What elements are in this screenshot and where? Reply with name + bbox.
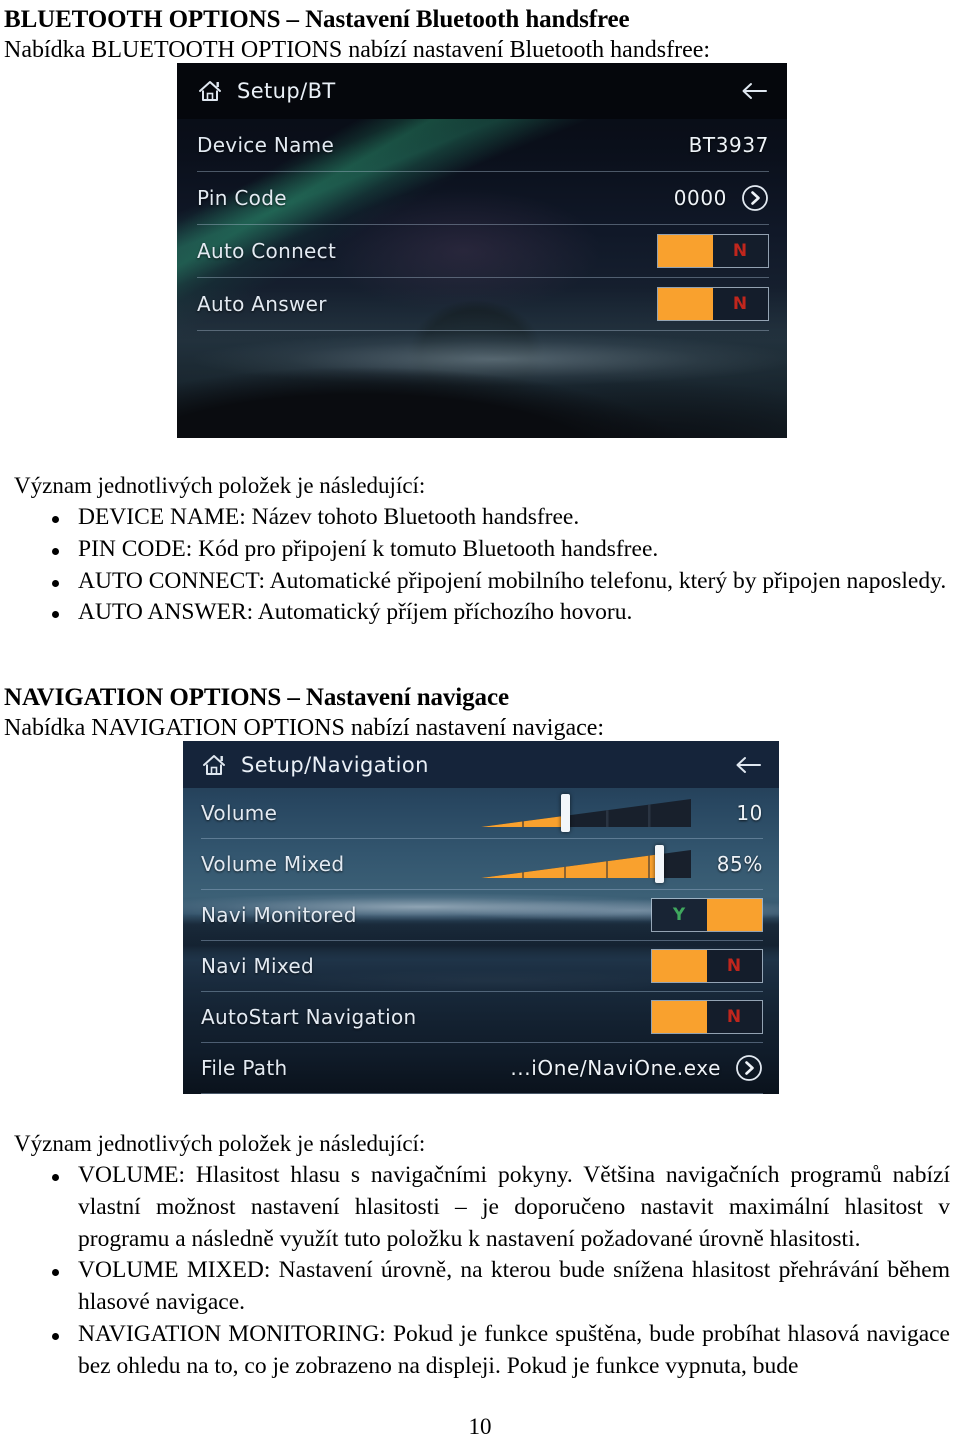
screen-nav-title: Setup/Navigation [241, 752, 429, 777]
row-value: ...iOne/NaviOne.exe [510, 1056, 721, 1080]
device-screenshot-navigation: Setup/Navigation Volume 10 Volume Mixed … [183, 741, 779, 1094]
row-device-name[interactable]: Device Name BT3937 [197, 119, 769, 171]
toggle-auto-answer[interactable]: N [657, 287, 769, 321]
slider-volume-mixed[interactable] [481, 845, 691, 883]
list-item: NAVIGATION MONITORING: Pokud je funkce s… [0, 1319, 960, 1383]
slider-volume[interactable] [481, 794, 691, 832]
section-2-explanation: Význam jednotlivých položek je následují… [0, 1124, 960, 1383]
row-label: File Path [201, 1056, 288, 1080]
screen-bt-row-list: Device Name BT3937 Pin Code 0000 Auto Co… [177, 119, 787, 331]
section-1-lead: Význam jednotlivých položek je následují… [14, 473, 426, 498]
toggle-cell-selected[interactable] [652, 950, 707, 982]
home-icon[interactable] [201, 752, 227, 778]
toggle-navi-mixed[interactable]: N [651, 949, 763, 983]
chevron-right-circle-icon[interactable] [735, 1054, 763, 1082]
screen-bt-title: Setup/BT [237, 79, 336, 103]
screen-nav-titlebar: Setup/Navigation [183, 741, 779, 788]
row-value: 0000 [673, 186, 727, 210]
row-label: AutoStart Navigation [201, 1005, 417, 1029]
toggle-cell-value[interactable]: N [713, 235, 768, 267]
chevron-right-circle-icon[interactable] [741, 184, 769, 212]
list-item: VOLUME MIXED: Nastavení úrovně, na ktero… [0, 1255, 960, 1319]
document-page: BLUETOOTH OPTIONS – Nastavení Bluetooth … [0, 6, 960, 1454]
device-screenshot-bluetooth: Setup/BT Device Name BT3937 Pin Code 000… [177, 63, 787, 438]
row-value: 85% [716, 852, 763, 876]
back-arrow-icon[interactable] [733, 754, 763, 776]
list-item: AUTO CONNECT: Automatické připojení mobi… [0, 566, 960, 598]
section-2-intro: Nabídka NAVIGATION OPTIONS nabízí nastav… [4, 715, 605, 741]
page-number: 10 [468, 1414, 492, 1439]
toggle-cell-value[interactable]: Y [652, 899, 707, 931]
row-label: Navi Mixed [201, 954, 314, 978]
row-label: Volume Mixed [201, 852, 345, 876]
row-auto-answer[interactable]: Auto Answer N [197, 277, 769, 331]
slider-knob[interactable] [655, 845, 664, 883]
list-item: DEVICE NAME: Název tohoto Bluetooth hand… [0, 502, 960, 534]
toggle-cell-selected[interactable] [658, 235, 713, 267]
row-label: Auto Connect [197, 239, 337, 263]
toggle-cell-value[interactable]: N [707, 1001, 762, 1033]
row-file-path[interactable]: File Path ...iOne/NaviOne.exe [201, 1042, 763, 1094]
slider-knob[interactable] [561, 794, 570, 832]
home-icon[interactable] [197, 78, 223, 104]
row-navi-mixed[interactable]: Navi Mixed N [201, 940, 763, 991]
section-1-explanation: Význam jednotlivých položek je následují… [0, 466, 960, 629]
list-item: VOLUME: Hlasitost hlasu s navigačními po… [0, 1160, 960, 1256]
row-navi-monitored[interactable]: Navi Monitored Y [201, 889, 763, 940]
back-arrow-icon[interactable] [739, 80, 769, 102]
row-label: Pin Code [197, 186, 287, 210]
section-1-intro: Nabídka BLUETOOTH OPTIONS nabízí nastave… [4, 37, 711, 63]
screen-nav-row-list: Volume 10 Volume Mixed 85% Navi Monitore… [183, 788, 779, 1094]
row-value: BT3937 [688, 133, 769, 157]
toggle-cell-selected[interactable] [658, 288, 713, 320]
section-1-bullet-list: DEVICE NAME: Název tohoto Bluetooth hand… [0, 502, 960, 630]
row-auto-connect[interactable]: Auto Connect N [197, 224, 769, 277]
toggle-cell-selected[interactable] [652, 1001, 707, 1033]
section-2-header-block: NAVIGATION OPTIONS – Nastavení navigace … [0, 678, 960, 742]
section-1-heading: BLUETOOTH OPTIONS – Nastavení Bluetooth … [4, 6, 630, 33]
row-label: Volume [201, 801, 278, 825]
row-pin-code[interactable]: Pin Code 0000 [197, 171, 769, 224]
toggle-navi-monitored[interactable]: Y [651, 898, 763, 932]
toggle-cell-selected[interactable] [707, 899, 762, 931]
row-volume[interactable]: Volume 10 [201, 788, 763, 838]
row-label: Auto Answer [197, 292, 327, 316]
section-2-heading: NAVIGATION OPTIONS – Nastavení navigace [4, 684, 509, 711]
row-autostart-navigation[interactable]: AutoStart Navigation N [201, 991, 763, 1042]
section-2-bullet-list: VOLUME: Hlasitost hlasu s navigačními po… [0, 1160, 960, 1384]
row-volume-mixed[interactable]: Volume Mixed 85% [201, 838, 763, 889]
toggle-auto-connect[interactable]: N [657, 234, 769, 268]
toggle-cell-value[interactable]: N [707, 950, 762, 982]
screen-bt-titlebar: Setup/BT [177, 63, 787, 119]
row-value: 10 [736, 801, 763, 825]
toggle-autostart-navigation[interactable]: N [651, 1000, 763, 1034]
row-label: Device Name [197, 133, 335, 157]
toggle-cell-value[interactable]: N [713, 288, 768, 320]
list-item: AUTO ANSWER: Automatický příjem příchozí… [0, 597, 960, 629]
slider-track [481, 797, 691, 829]
section-2-lead: Význam jednotlivých položek je následují… [14, 1131, 426, 1156]
list-item: PIN CODE: Kód pro připojení k tomuto Blu… [0, 534, 960, 566]
row-label: Navi Monitored [201, 903, 357, 927]
